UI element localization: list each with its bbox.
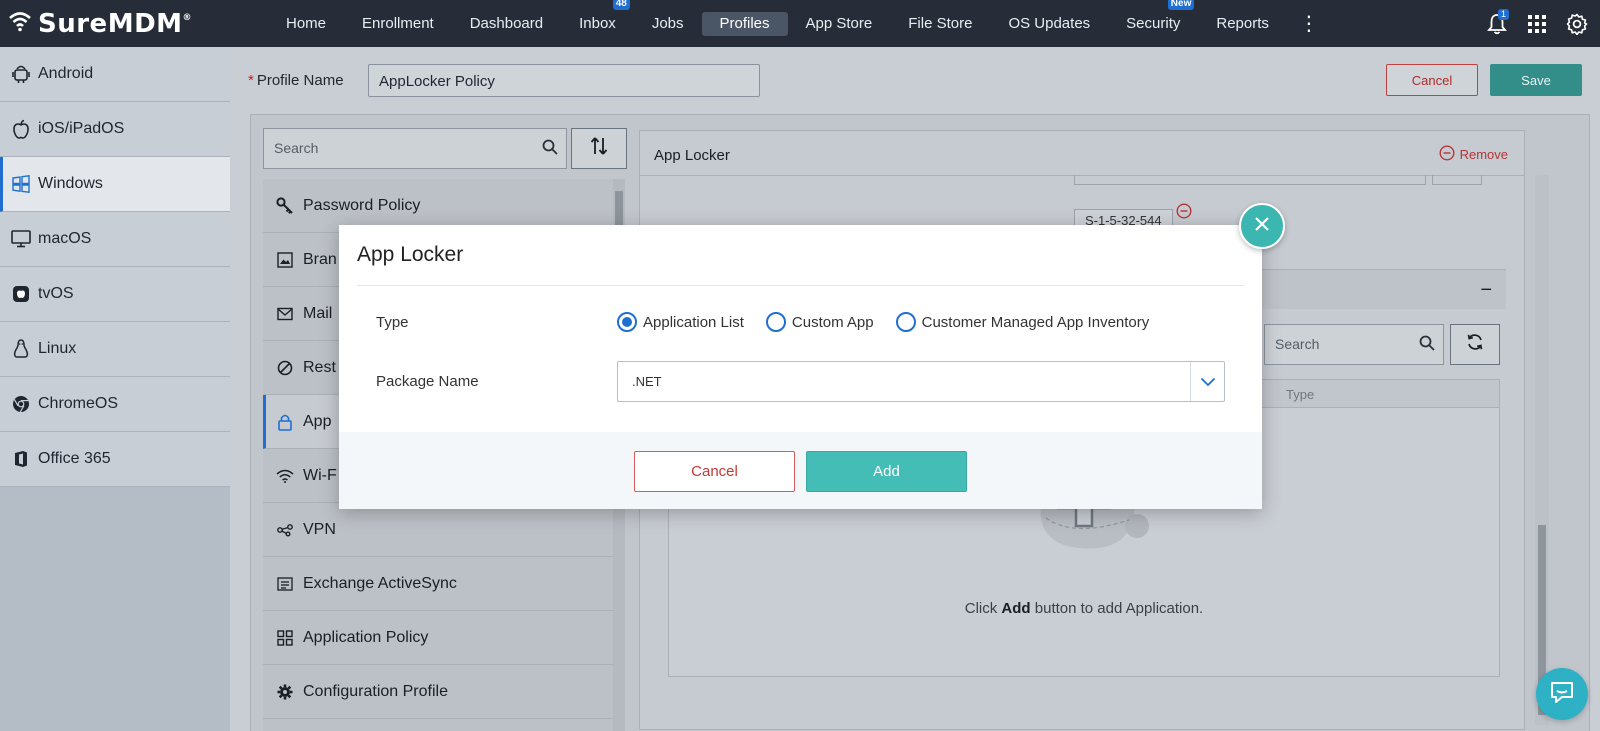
type-label: Type [376,314,409,331]
nav-profiles[interactable]: Profiles [701,11,788,36]
profile-save-button[interactable]: Save [1490,64,1582,96]
wifi-icon [275,469,295,483]
policy-item-vpn[interactable]: VPN [263,503,613,557]
sidebar-item-office365[interactable]: Office 365 [0,432,230,487]
logo[interactable]: SureMDM® [0,9,268,39]
more-menu-icon[interactable]: ⋮ [1287,11,1331,36]
dialog-add-button[interactable]: Add [806,451,967,492]
collapse-icon[interactable]: − [1480,279,1492,302]
nav-os-updates[interactable]: OS Updates [990,12,1108,36]
sid-input-field[interactable] [1074,175,1426,185]
application-search-input[interactable]: Search [1264,324,1444,365]
dialog-title: App Locker [357,243,464,266]
dialog-footer: Cancel Add [339,432,1262,509]
detail-scrollbar[interactable] [1535,175,1549,725]
profile-name-label: * Profile Name [248,72,344,89]
dialog-divider [357,285,1244,286]
minus-circle-icon [1439,145,1455,164]
policy-item-exchange[interactable]: Exchange ActiveSync [263,557,613,611]
security-new-badge: New [1167,0,1195,10]
lock-icon [275,413,295,431]
tv-icon [10,283,32,305]
sid-add-button[interactable] [1432,175,1482,185]
refresh-icon [1466,333,1484,356]
sidebar-item-chromeos[interactable]: ChromeOS [0,377,230,432]
sidebar-item-macos[interactable]: macOS [0,212,230,267]
policy-item-application-policy[interactable]: Application Policy [263,611,613,665]
notification-count-badge: 1 [1497,8,1509,20]
android-icon [10,63,32,85]
nav-home[interactable]: Home [268,12,344,36]
vpn-icon [275,523,295,537]
monitor-icon [10,228,32,250]
mail-icon [275,307,295,321]
radio-customer-managed-app-inventory[interactable]: Customer Managed App Inventory [895,312,1149,332]
profile-cancel-button[interactable]: Cancel [1386,64,1478,96]
dialog-close-button[interactable] [1239,203,1285,249]
type-radio-group: Application List Custom App Customer Man… [617,312,1171,332]
app-locker-dialog: App Locker Type Application List Custom … [339,225,1262,509]
chrome-icon [10,393,32,415]
gear-icon [275,684,295,700]
nav-file-store[interactable]: File Store [890,12,990,36]
radio-custom-app[interactable]: Custom App [765,312,874,332]
inbox-count-badge: 48 [612,0,630,10]
sidebar-item-windows[interactable]: Windows [0,157,230,212]
remove-sid-icon[interactable] [1176,203,1192,224]
bell-icon[interactable]: 1 [1484,8,1510,37]
top-right-icons: 1 [1484,0,1590,47]
os-sidebar: Android iOS/iPadOS Windows macOS tvOS Li… [0,47,230,731]
restrict-icon [275,360,295,376]
sidebar-item-ios[interactable]: iOS/iPadOS [0,102,230,157]
settings-gear-icon[interactable] [1564,11,1590,37]
detail-title: App Locker [654,147,730,164]
apps-grid-icon [275,629,295,646]
remove-button[interactable]: Remove [1439,145,1508,164]
close-icon [1254,216,1270,237]
package-name-label: Package Name [376,373,479,390]
radio-unchecked-icon [765,312,786,332]
office-icon [10,448,32,470]
chevron-down-icon[interactable] [1190,362,1224,401]
column-header-type: Type [1286,387,1315,402]
radio-checked-icon [617,312,637,332]
nav-reports[interactable]: Reports [1198,12,1287,36]
empty-state-message: Click Add button to add Application. [964,600,1204,617]
sort-arrows-icon [589,136,609,161]
chat-bubble-icon [1549,680,1575,709]
nav-security[interactable]: Security New [1108,0,1198,36]
key-icon [275,196,295,215]
wifi-logo-icon [8,10,32,37]
main-nav: Home Enrollment Dashboard Inbox 48 Jobs P… [268,0,1331,47]
linux-icon [10,338,32,360]
chat-support-button[interactable] [1536,668,1588,720]
radio-unchecked-icon [895,312,916,332]
package-name-select[interactable]: .NET [617,361,1225,402]
image-icon [275,251,295,268]
policy-search-input[interactable]: Search [263,128,567,169]
exchange-icon [275,576,295,591]
top-navigation-bar: SureMDM® Home Enrollment Dashboard Inbox… [0,0,1600,47]
apps-grid-icon[interactable] [1524,11,1550,37]
profile-name-input[interactable]: AppLocker Policy [368,64,760,97]
apple-icon [10,118,32,140]
nav-inbox[interactable]: Inbox 48 [561,0,634,36]
sidebar-item-tvos[interactable]: tvOS [0,267,230,322]
refresh-button[interactable] [1450,324,1500,365]
windows-icon [10,173,32,195]
nav-jobs[interactable]: Jobs [634,12,702,36]
radio-application-list[interactable]: Application List [617,312,744,332]
nav-app-store[interactable]: App Store [788,12,891,36]
app-name: SureMDM® [38,8,193,39]
policy-item-configuration-profile[interactable]: Configuration Profile [263,665,613,719]
sidebar-item-android[interactable]: Android [0,47,230,102]
search-icon [1419,335,1435,354]
sort-button[interactable] [571,128,627,169]
search-icon [542,139,558,158]
sidebar-item-linux[interactable]: Linux [0,322,230,377]
nav-dashboard[interactable]: Dashboard [452,12,561,36]
dialog-cancel-button[interactable]: Cancel [634,451,795,492]
nav-enrollment[interactable]: Enrollment [344,12,452,36]
